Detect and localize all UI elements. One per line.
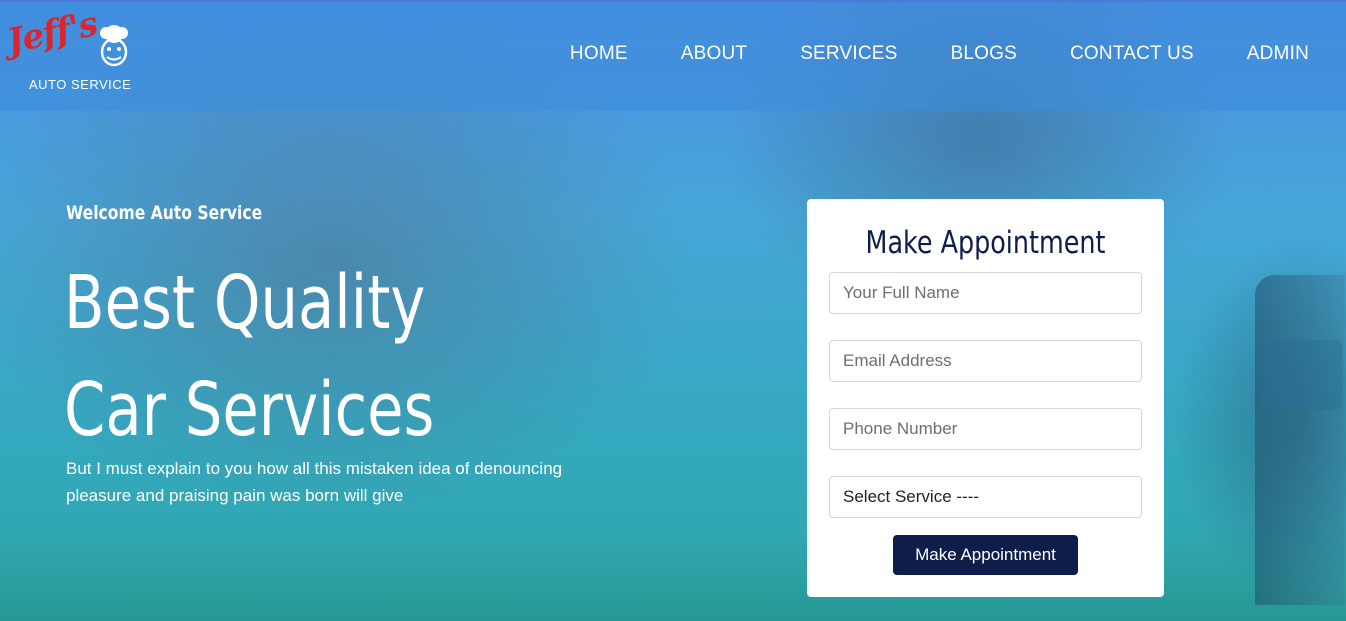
appointment-form: Make Appointment Select Service ---- Mak…	[807, 199, 1164, 597]
service-select-value: Select Service ----	[843, 487, 980, 506]
logo-subtitle: AUTO SERVICE	[29, 77, 132, 92]
service-select[interactable]: Select Service ----	[829, 476, 1142, 518]
mechanic-face-icon	[100, 25, 128, 67]
phone-input[interactable]	[829, 408, 1142, 450]
nav-blogs[interactable]: BLOGS	[951, 43, 1017, 65]
nav-services[interactable]: SERVICES	[800, 43, 897, 65]
hero-lead-text: But I must explain to you how all this m…	[66, 459, 563, 505]
spray-can-label-image	[1262, 340, 1342, 410]
full-name-input[interactable]	[829, 272, 1142, 314]
site-header: Jeff's AUTO SERVICE HOME ABOUT SERVICES …	[0, 0, 1346, 111]
hero-headline: Best Quality Car Services	[64, 250, 434, 464]
hero-headline-line-1: Best Quality	[64, 260, 426, 346]
make-appointment-button[interactable]: Make Appointment	[893, 535, 1078, 575]
hero-welcome-text: Welcome Auto Service	[66, 202, 263, 224]
hero-headline-line-2: Car Services	[64, 367, 435, 453]
site-logo[interactable]: Jeff's AUTO SERVICE	[4, 4, 140, 96]
nav-home[interactable]: HOME	[570, 43, 628, 65]
appointment-title: Make Appointment	[865, 225, 1106, 261]
nav-about[interactable]: ABOUT	[681, 43, 747, 65]
spray-can-image	[1255, 275, 1345, 605]
email-input[interactable]	[829, 340, 1142, 382]
logo-script-text: Jeff's	[3, 4, 101, 63]
main-nav: HOME ABOUT SERVICES BLOGS CONTACT US ADM…	[517, 43, 1309, 65]
nav-contact-us[interactable]: CONTACT US	[1070, 43, 1194, 65]
nav-admin[interactable]: ADMIN	[1247, 43, 1309, 65]
